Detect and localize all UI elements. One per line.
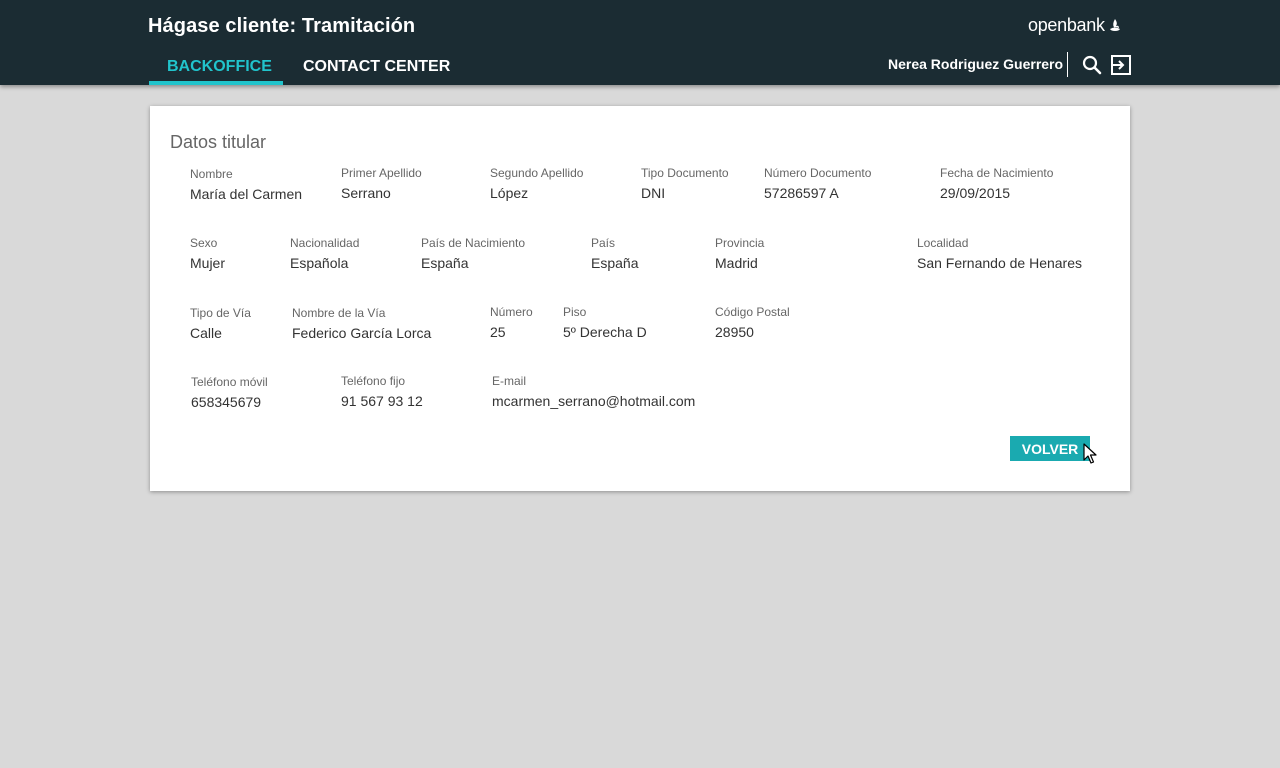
field-sexo: Sexo Mujer [190,236,225,272]
card-title: Datos titular [170,132,267,152]
user-name: Nerea Rodriguez Guerrero [888,56,1064,72]
field-label: Nombre de la Vía [292,306,386,320]
active-tab-indicator [149,81,283,85]
field-value: Madrid [715,255,758,271]
field-value: España [421,255,469,271]
top-bar: Hágase cliente: Tramitación openbank BAC… [0,0,1280,85]
field-localidad: Localidad San Fernando de Henares [917,236,1082,272]
field-tipo-via: Tipo de Vía Calle [190,306,251,342]
field-label: Código Postal [715,305,790,319]
field-value: 28950 [715,324,754,340]
field-segundo-apellido: Segundo Apellido López [490,166,583,202]
brand-name: openbank [1028,14,1105,35]
field-label: Tipo de Vía [190,306,251,320]
field-label: Teléfono fijo [341,374,406,388]
logout-icon[interactable] [1109,53,1133,77]
field-email: E-mail mcarmen_serrano@hotmail.com [492,374,695,410]
field-label: País de Nacimiento [421,236,526,250]
field-label: Primer Apellido [341,166,422,180]
volver-button[interactable]: VOLVER [1010,436,1090,461]
field-value: 29/09/2015 [940,185,1011,201]
field-value: DNI [641,185,666,201]
field-tipo-documento: Tipo Documento DNI [641,166,729,202]
field-value: mcarmen_serrano@hotmail.com [492,393,696,409]
field-label: Nacionalidad [290,236,360,250]
field-value: 57286597 A [764,185,839,201]
field-nacionalidad: Nacionalidad Española [290,236,359,272]
header-divider [1067,52,1068,77]
field-value: Serrano [341,185,391,201]
field-label: País [591,236,616,250]
openbank-logo: openbank [1028,14,1132,36]
field-numero: Número 25 [490,305,533,341]
field-value: Española [290,255,349,271]
field-numero-documento: Número Documento 57286597 A [764,166,871,202]
field-label: Segundo Apellido [490,166,584,180]
field-value: San Fernando de Henares [917,255,1082,271]
field-label: Sexo [190,236,218,250]
field-value: 658345679 [191,394,262,410]
field-label: Tipo Documento [641,166,729,180]
field-pais-nacimiento: País de Nacimiento España [421,236,525,272]
flame-icon [1109,19,1120,31]
field-telefono-movil: Teléfono móvil 658345679 [191,375,268,411]
field-value: María del Carmen [190,186,303,202]
field-piso: Piso 5º Derecha D [563,305,647,341]
field-label: Provincia [715,236,765,250]
field-value: España [591,255,639,271]
field-label: Fecha de Nacimiento [940,166,1054,180]
field-label: Piso [563,305,587,319]
field-value: 5º Derecha D [563,324,647,340]
field-nombre-via: Nombre de la Vía Federico García Lorca [292,306,431,342]
field-value: López [490,185,529,201]
field-value: Mujer [190,255,226,271]
field-codigo-postal: Código Postal 28950 [715,305,790,341]
field-value: 91 567 93 12 [341,393,423,409]
field-value: 25 [490,324,506,340]
field-label: Nombre [190,167,233,181]
page-title: Hágase cliente: Tramitación [148,15,416,37]
datos-titular-card: Datos titular Nombre María del Carmen Pr… [150,106,1130,491]
field-primer-apellido: Primer Apellido Serrano [341,166,422,202]
tab-contact-center[interactable]: CONTACT CENTER [303,58,450,85]
field-label: Localidad [917,236,969,250]
field-pais: País España [591,236,638,272]
field-value: Calle [190,325,222,341]
field-label: E-mail [492,374,527,388]
field-provincia: Provincia Madrid [715,236,764,272]
field-fecha-nacimiento: Fecha de Nacimiento 29/09/2015 [940,166,1053,202]
field-label: Teléfono móvil [191,375,268,389]
field-nombre: Nombre María del Carmen [190,167,302,203]
search-icon[interactable] [1080,53,1104,77]
field-label: Número [490,305,533,319]
field-label: Número Documento [764,166,872,180]
field-value: Federico García Lorca [292,325,432,341]
field-telefono-fijo: Teléfono fijo 91 567 93 12 [341,374,423,410]
